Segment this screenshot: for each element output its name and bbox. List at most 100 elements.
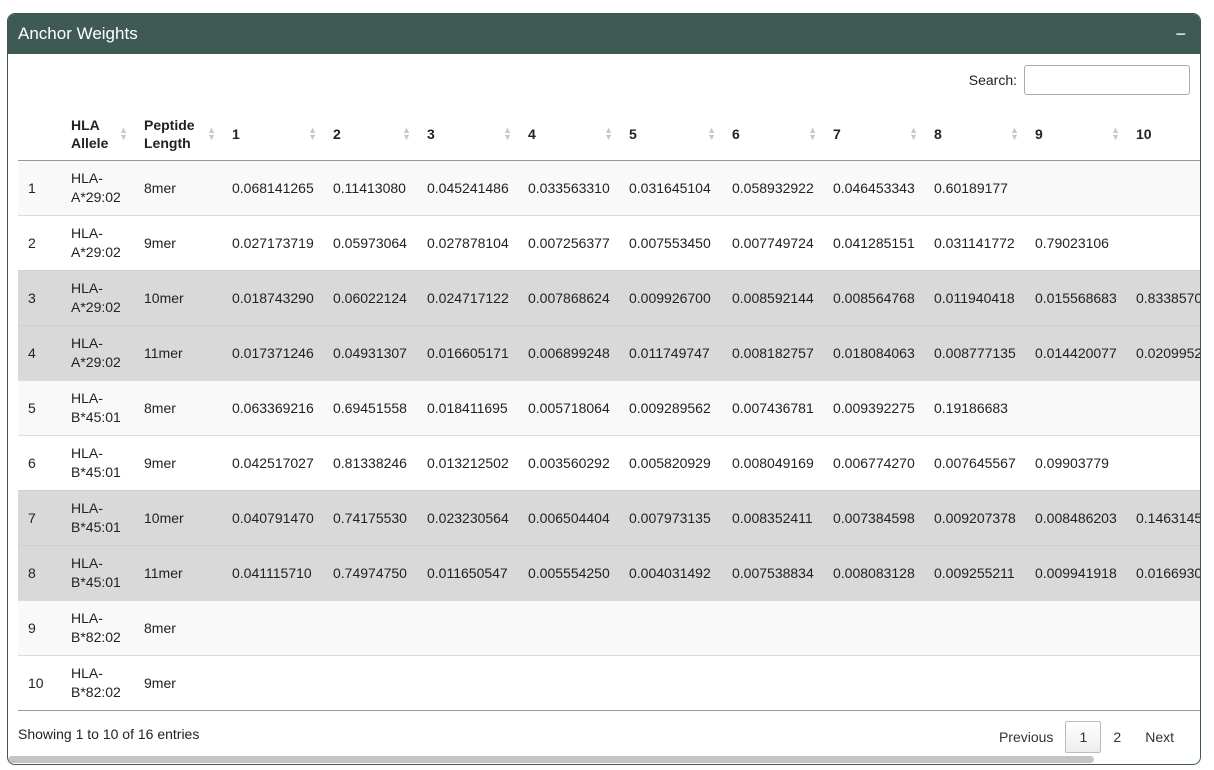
weight-cell: 0.011650547	[419, 545, 520, 601]
weight-cell: 0.008049169	[724, 435, 825, 491]
weight-cell: 0.014420077	[1027, 325, 1128, 381]
search-input[interactable]	[1024, 65, 1190, 95]
weight-cell: 0.007384598	[825, 490, 926, 546]
sort-icon: ▲ ▼	[707, 125, 716, 142]
weight-cell	[1128, 655, 1200, 710]
hla-allele-cell: HLA-B*45:01	[63, 435, 136, 491]
column-header-4[interactable]: 2 ▲ ▼	[325, 108, 419, 161]
table-row[interactable]: 3 HLA-A*29:02 10mer 0.018743290 0.06022124 0.…	[18, 270, 1200, 326]
collapse-icon[interactable]: −	[1175, 25, 1186, 43]
column-header-12[interactable]: 10	[1128, 108, 1200, 161]
sort-icon: ▲ ▼	[604, 125, 613, 142]
page-button-2[interactable]: 2	[1101, 721, 1133, 753]
column-header-8[interactable]: 6 ▲ ▼	[724, 108, 825, 161]
peptide-length-cell: 10mer	[136, 490, 224, 546]
weight-cell: 0.009255211	[926, 545, 1027, 601]
column-header-11[interactable]: 9 ▲ ▼	[1027, 108, 1128, 161]
row-index-cell: 2	[18, 215, 63, 271]
weight-cell: 0.007256377	[520, 215, 621, 271]
table-row[interactable]: 4 HLA-A*29:02 11mer 0.017371246 0.04931307 0.…	[18, 325, 1200, 381]
sort-icon: ▲ ▼	[402, 125, 411, 142]
page-button-1[interactable]: 1	[1065, 721, 1102, 753]
weight-cell: 0.018084063	[825, 325, 926, 381]
row-index-cell: 9	[18, 600, 63, 656]
weight-cell	[724, 655, 825, 710]
sort-icon: ▲ ▼	[308, 125, 317, 142]
weight-cell: 0.008083128	[825, 545, 926, 601]
weight-cell	[325, 600, 419, 656]
weight-cell	[419, 600, 520, 656]
weight-cell	[1027, 655, 1128, 710]
weight-cell: 0.041115710	[224, 545, 325, 601]
weight-cell: 0.74175530	[325, 490, 419, 546]
weight-cell	[1128, 435, 1200, 491]
sort-icon: ▲ ▼	[503, 125, 512, 142]
weight-cell: 0.033563310	[520, 160, 621, 216]
column-header-2[interactable]: Peptide Length ▲ ▼	[136, 108, 224, 161]
weight-cell: 0.02099527	[1128, 325, 1200, 381]
sort-icon: ▲ ▼	[909, 125, 918, 142]
column-header-index[interactable]	[18, 108, 63, 161]
weight-cell	[825, 600, 926, 656]
weight-cell: 0.009392275	[825, 380, 926, 436]
table-row[interactable]: 6 HLA-B*45:01 9mer 0.042517027 0.81338246 0.0…	[18, 435, 1200, 491]
column-header-1[interactable]: HLA Allele ▲ ▼	[63, 108, 136, 161]
column-header-label: 9	[1035, 126, 1043, 142]
table-row[interactable]: 8 HLA-B*45:01 11mer 0.041115710 0.74974750 0.…	[18, 545, 1200, 601]
hla-allele-cell: HLA-A*29:02	[63, 215, 136, 271]
peptide-length-cell: 8mer	[136, 380, 224, 436]
weight-cell: 0.004031492	[621, 545, 724, 601]
weight-cell: 0.058932922	[724, 160, 825, 216]
weight-cell: 0.011940418	[926, 270, 1027, 326]
weight-cell: 0.008182757	[724, 325, 825, 381]
table-row[interactable]: 1 HLA-A*29:02 8mer 0.068141265 0.11413080 0.0…	[18, 160, 1200, 216]
hla-allele-cell: HLA-A*29:02	[63, 270, 136, 326]
weight-cell: 0.11413080	[325, 160, 419, 216]
weight-cell	[419, 655, 520, 710]
column-header-label: Peptide Length	[144, 117, 195, 151]
weight-cell: 0.79023106	[1027, 215, 1128, 271]
column-header-5[interactable]: 3 ▲ ▼	[419, 108, 520, 161]
weight-cell: 0.068141265	[224, 160, 325, 216]
weight-cell: 0.009926700	[621, 270, 724, 326]
weight-cell: 0.005718064	[520, 380, 621, 436]
peptide-length-cell: 10mer	[136, 270, 224, 326]
previous-page-button[interactable]: Previous	[987, 721, 1065, 753]
table-row[interactable]: 2 HLA-A*29:02 9mer 0.027173719 0.05973064 0.0…	[18, 215, 1200, 271]
table-row[interactable]: 5 HLA-B*45:01 8mer 0.063369216 0.69451558 0.0…	[18, 380, 1200, 436]
peptide-length-cell: 11mer	[136, 325, 224, 381]
sort-icon: ▲ ▼	[119, 125, 128, 142]
weight-cell	[1128, 215, 1200, 271]
table-row[interactable]: 9 HLA-B*82:02 8mer	[18, 600, 1200, 656]
hla-allele-cell: HLA-B*82:02	[63, 655, 136, 710]
column-header-label: HLA Allele	[71, 117, 109, 151]
weight-cell: 0.031141772	[926, 215, 1027, 271]
table-scroll-area[interactable]: HLA Allele ▲ ▼ Peptide Length ▲ ▼ 1 ▲ ▼ 2 ▲ ▼ 3 ▲ ▼ 4 ▲ ▼…	[18, 108, 1200, 710]
column-header-6[interactable]: 4 ▲ ▼	[520, 108, 621, 161]
column-header-label: 4	[528, 126, 536, 142]
weight-cell: 0.007749724	[724, 215, 825, 271]
anchor-weights-box: Anchor Weights − Search: HLA Allele ▲ ▼ Pep…	[7, 13, 1201, 765]
horizontal-scrollbar[interactable]	[8, 756, 1094, 763]
weight-cell: 0.007436781	[724, 380, 825, 436]
row-index-cell: 7	[18, 490, 63, 546]
column-header-label: 3	[427, 126, 435, 142]
next-page-button[interactable]: Next	[1133, 721, 1186, 753]
table-bottom-border	[18, 710, 1200, 711]
column-header-9[interactable]: 7 ▲ ▼	[825, 108, 926, 161]
table-row[interactable]: 7 HLA-B*45:01 10mer 0.040791470 0.74175530 0.…	[18, 490, 1200, 546]
weight-cell	[224, 600, 325, 656]
weight-cell: 0.006774270	[825, 435, 926, 491]
weight-cell: 0.06022124	[325, 270, 419, 326]
row-index-cell: 4	[18, 325, 63, 381]
column-header-10[interactable]: 8 ▲ ▼	[926, 108, 1027, 161]
column-header-7[interactable]: 5 ▲ ▼	[621, 108, 724, 161]
weight-cell: 0.007868624	[520, 270, 621, 326]
column-header-3[interactable]: 1 ▲ ▼	[224, 108, 325, 161]
anchor-weights-table: HLA Allele ▲ ▼ Peptide Length ▲ ▼ 1 ▲ ▼ 2 ▲ ▼ 3 ▲ ▼ 4 ▲ ▼…	[18, 108, 1200, 710]
table-row[interactable]: 10 HLA-B*82:02 9mer	[18, 655, 1200, 710]
sort-icon: ▲ ▼	[1111, 125, 1120, 142]
column-header-label: 5	[629, 126, 637, 142]
weight-cell: 0.007973135	[621, 490, 724, 546]
sort-icon: ▲ ▼	[1010, 125, 1019, 142]
